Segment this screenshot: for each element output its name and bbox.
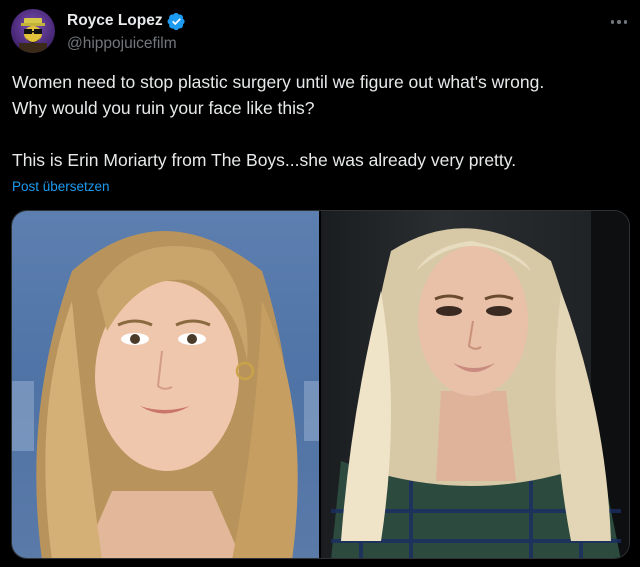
photo-left-before[interactable] — [12, 211, 319, 558]
name-row: Royce Lopez — [67, 10, 186, 32]
translate-link[interactable]: Post übersetzen — [12, 179, 110, 194]
more-options-icon[interactable] — [604, 10, 634, 34]
cartoon-avatar-icon — [19, 18, 47, 53]
tweet-text: Women need to stop plastic surgery until… — [12, 69, 628, 173]
display-name[interactable]: Royce Lopez — [67, 12, 163, 30]
tweet-text-line: Women need to stop plastic surgery until… — [12, 72, 545, 92]
tweet-text-line: This is Erin Moriarty from The Boys...sh… — [12, 150, 517, 170]
tweet: Royce Lopez @hippojuicefilm Women need t… — [0, 0, 640, 567]
user-handle[interactable]: @hippojuicefilm — [67, 35, 186, 53]
tweet-text-line: Why would you ruin your face like this? — [12, 98, 315, 118]
avatar[interactable] — [11, 9, 55, 53]
verified-badge-icon[interactable] — [167, 12, 186, 31]
tweet-header: Royce Lopez @hippojuicefilm — [67, 10, 186, 53]
photo-right-after[interactable] — [321, 211, 629, 558]
media-grid — [11, 210, 630, 559]
